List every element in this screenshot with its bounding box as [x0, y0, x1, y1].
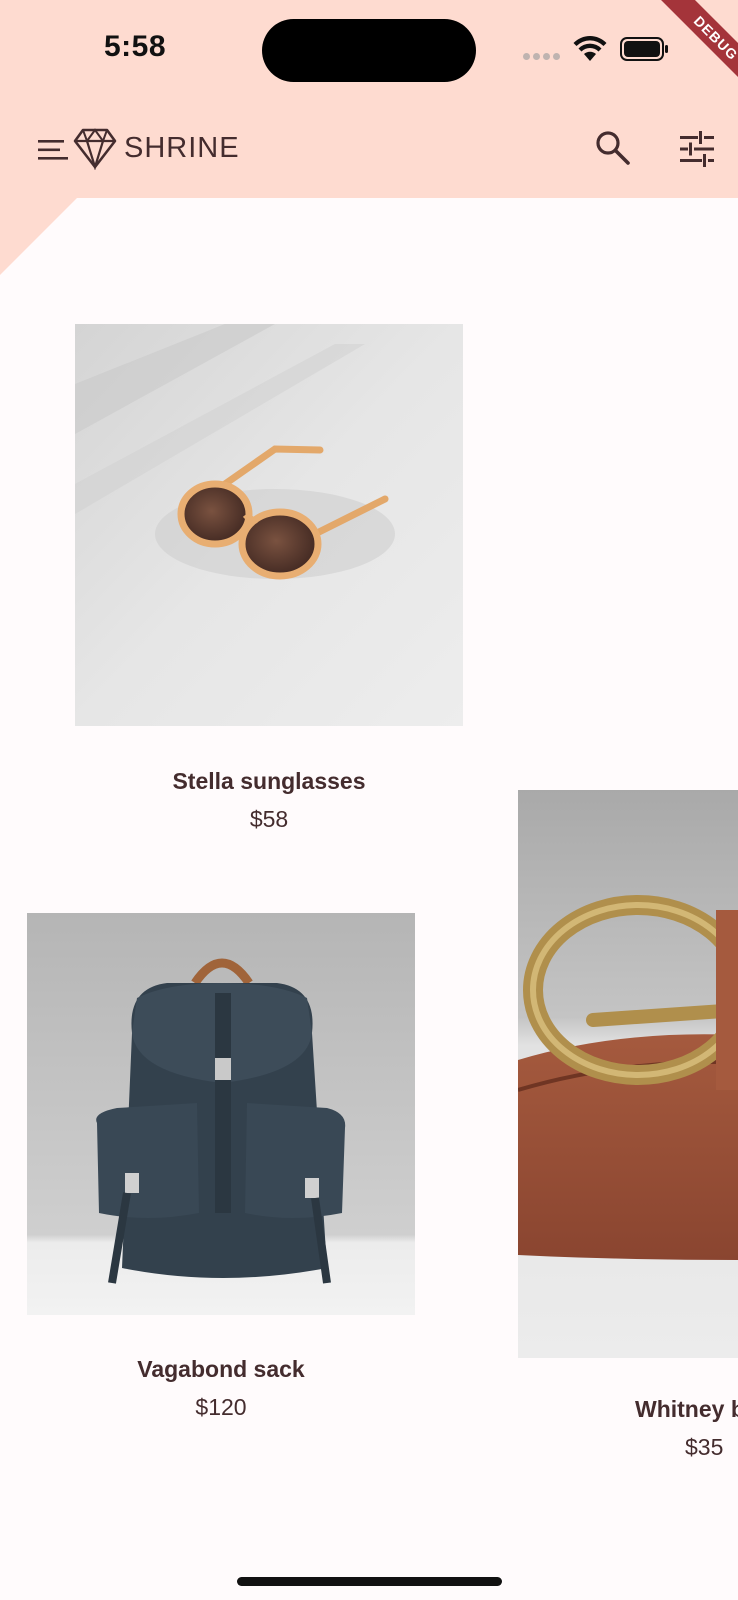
status-time: 5:58	[104, 30, 167, 63]
product-grid-layer: Stella sunglasses $58 Vagabond sack $120	[0, 198, 738, 1600]
dynamic-island	[262, 19, 476, 82]
debug-banner: DEBUG	[628, 0, 738, 110]
product-name: Whitney b	[635, 1396, 738, 1422]
wifi-icon	[573, 36, 607, 61]
sunglasses-image	[75, 324, 463, 726]
belt-image	[518, 790, 738, 1358]
backpack-image	[27, 913, 415, 1315]
cellular-signal-icon	[523, 52, 563, 62]
product-name: Vagabond sack	[137, 1356, 305, 1382]
diamond-logo-icon[interactable]	[73, 126, 117, 170]
menu-icon[interactable]	[38, 138, 72, 162]
product-price: $58	[249, 806, 289, 832]
product-name: Stella sunglasses	[172, 768, 366, 794]
app-title: SHRINE	[124, 132, 240, 164]
product-price: $120	[195, 1394, 247, 1420]
product-price: $35	[685, 1434, 724, 1460]
tune-icon[interactable]	[678, 130, 716, 168]
home-indicator[interactable]	[237, 1577, 502, 1586]
search-icon[interactable]	[595, 130, 631, 166]
debug-label: DEBUG	[650, 0, 738, 104]
